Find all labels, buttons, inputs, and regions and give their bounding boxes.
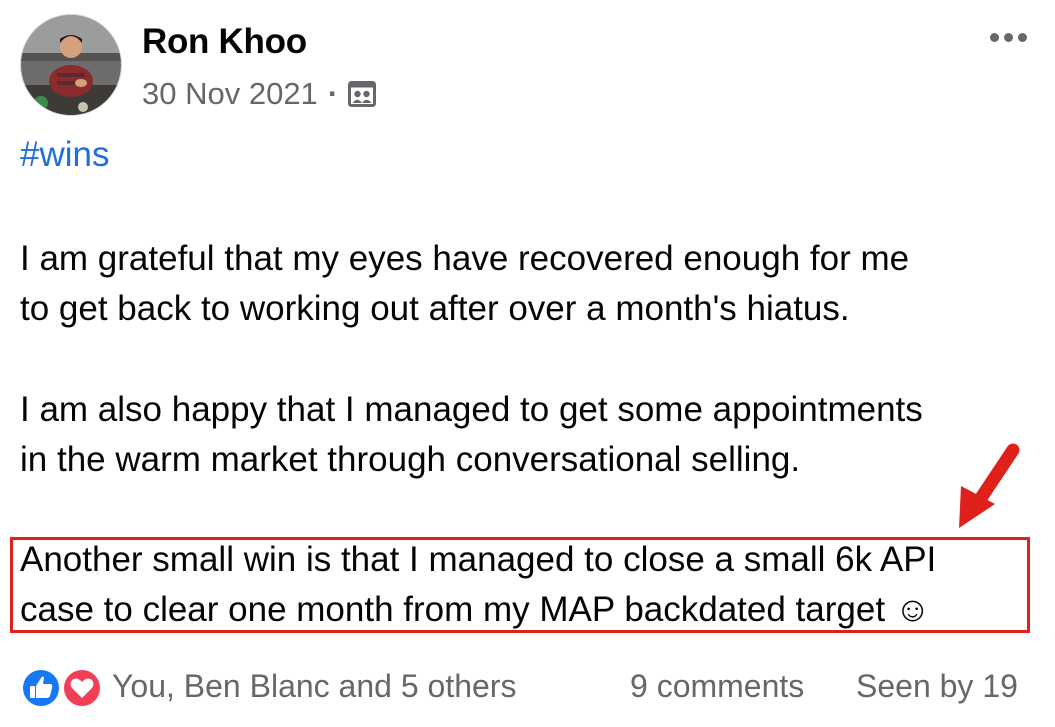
more-options-icon[interactable] bbox=[990, 30, 1034, 44]
hashtag-link[interactable]: #wins bbox=[20, 135, 109, 175]
comments-count[interactable]: 9 comments bbox=[630, 668, 804, 705]
post-date[interactable]: 30 Nov 2021 bbox=[142, 76, 318, 112]
paragraph-line: in the warm market through conversationa… bbox=[20, 440, 801, 479]
reactions-summary[interactable]: You, Ben Blanc and 5 others bbox=[112, 668, 516, 705]
paragraph-line: I am grateful that my eyes have recovere… bbox=[20, 239, 910, 278]
red-arrow-annotation bbox=[959, 443, 1020, 528]
avatar-photo bbox=[21, 15, 121, 115]
reaction-icons[interactable] bbox=[20, 667, 106, 709]
author-name[interactable]: Ron Khoo bbox=[142, 22, 307, 62]
author-avatar[interactable] bbox=[20, 14, 122, 116]
seen-count[interactable]: Seen by 19 bbox=[856, 668, 1018, 705]
post-meta: 30 Nov 2021 · bbox=[142, 76, 377, 112]
highlight-box bbox=[10, 537, 1030, 633]
more-dot bbox=[1004, 32, 1013, 42]
post-paragraph: I am grateful that my eyes have recovere… bbox=[20, 234, 1030, 334]
like-icon bbox=[21, 668, 61, 708]
post-paragraph: I am also happy that I managed to get so… bbox=[20, 385, 1030, 485]
group-audience-icon bbox=[348, 81, 377, 107]
paragraph-line: I am also happy that I managed to get so… bbox=[20, 390, 923, 429]
more-dot bbox=[1018, 32, 1027, 42]
love-icon bbox=[62, 668, 102, 708]
paragraph-line: to get back to working out after over a … bbox=[20, 289, 850, 328]
post-footer: You, Ben Blanc and 5 others 9 comments S… bbox=[20, 664, 1035, 712]
more-dot bbox=[990, 32, 999, 42]
meta-separator: · bbox=[327, 76, 339, 111]
